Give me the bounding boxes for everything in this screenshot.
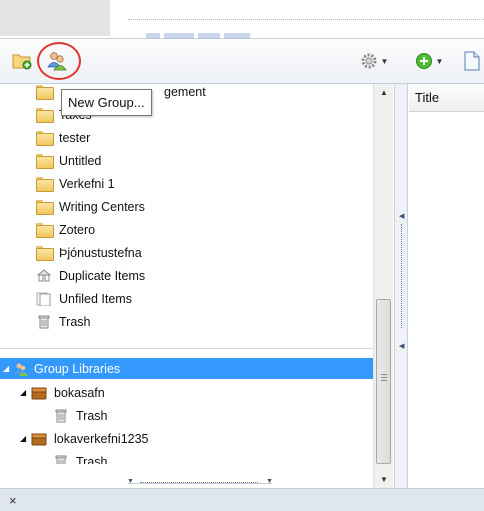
collapse-arrow-icon[interactable]: ◢ [3,364,11,373]
collection-item-untitled[interactable]: Untitled [36,149,101,172]
scroll-grip [381,374,387,383]
scroll-down-arrow-icon[interactable]: ▼ [374,471,394,488]
collection-item-zotero[interactable]: Zotero [36,218,95,241]
tag-pane-splitter[interactable]: ▼ ▼ [0,464,373,488]
chevron-down-icon: ▼ [266,478,273,485]
folder-icon [36,84,54,100]
scroll-up-arrow-icon[interactable]: ▲ [374,84,394,101]
new-collection-button[interactable] [10,49,34,73]
collections-toolbar: ▼ ▼ [0,39,484,84]
library-icon [31,387,47,399]
new-group-tooltip: New Group... [61,89,152,116]
document-icon [464,51,480,71]
pane-splitter[interactable]: ◀ ◀ [394,84,408,488]
library-icon [31,433,47,445]
actions-menu-button[interactable]: ▼ [356,48,392,74]
trash-item[interactable]: Trash [36,310,91,333]
chevron-down-icon: ▼ [127,478,134,485]
collections-tree: gement Taxes tester Untitled Verkefni 1 … [0,84,395,488]
folder-icon [36,153,54,169]
collections-scrollbar[interactable]: ▲ ▼ [373,84,393,488]
new-note-button[interactable] [460,48,484,74]
folder-icon [36,107,54,123]
new-group-button[interactable] [44,48,70,74]
unfiled-items-icon [36,292,51,306]
users-group-icon [14,363,28,376]
folder-icon [36,130,54,146]
duplicate-items[interactable]: Duplicate Items [36,264,145,287]
chevron-left-icon: ◀ [399,213,405,220]
green-plus-icon [415,53,432,69]
section-divider [0,348,373,349]
trash-icon [55,409,67,422]
collection-item-tester[interactable]: tester [36,126,90,149]
chevron-down-icon: ▼ [380,56,389,66]
top-divider [128,19,484,20]
splitter-grip [401,224,402,328]
collection-item-verkefni[interactable]: Verkefni 1 [36,172,115,195]
title-column-header[interactable]: Title [409,84,484,112]
group-library-bokasafn[interactable]: ◢ bokasafn [20,381,105,404]
folder-add-icon [12,54,32,70]
top-strip [0,0,484,39]
close-icon[interactable]: × [9,493,17,508]
folder-icon [36,176,54,192]
trash-icon [38,315,50,328]
chevron-down-icon: ▼ [435,56,444,66]
collection-item-writing-centers[interactable]: Writing Centers [36,195,145,218]
trash-item-bokasafn[interactable]: Trash [53,404,108,427]
collapse-arrow-icon[interactable]: ◢ [20,388,28,397]
folder-icon [36,199,54,215]
gear-icon [361,53,377,69]
collapse-arrow-icon[interactable]: ◢ [20,434,28,443]
folder-icon [36,222,54,238]
new-item-button[interactable]: ▼ [412,48,446,74]
duplicate-items-icon [36,268,52,281]
top-left-panel [0,0,110,36]
folder-icon [36,245,54,261]
users-group-icon [47,52,67,71]
unfiled-items[interactable]: Unfiled Items [36,287,132,310]
collection-item-thjonustustefna[interactable]: Þjónustustefna [36,241,142,264]
clipped-text [146,27,286,39]
items-pane: Title [409,84,484,488]
group-library-lokaverkefni[interactable]: ◢ lokaverkefni1235 [20,427,149,450]
chevron-left-icon: ◀ [399,343,405,350]
group-libraries-header[interactable]: ◢ Group Libraries [0,358,373,379]
status-bar: × [0,488,484,511]
scroll-thumb[interactable] [376,299,391,464]
